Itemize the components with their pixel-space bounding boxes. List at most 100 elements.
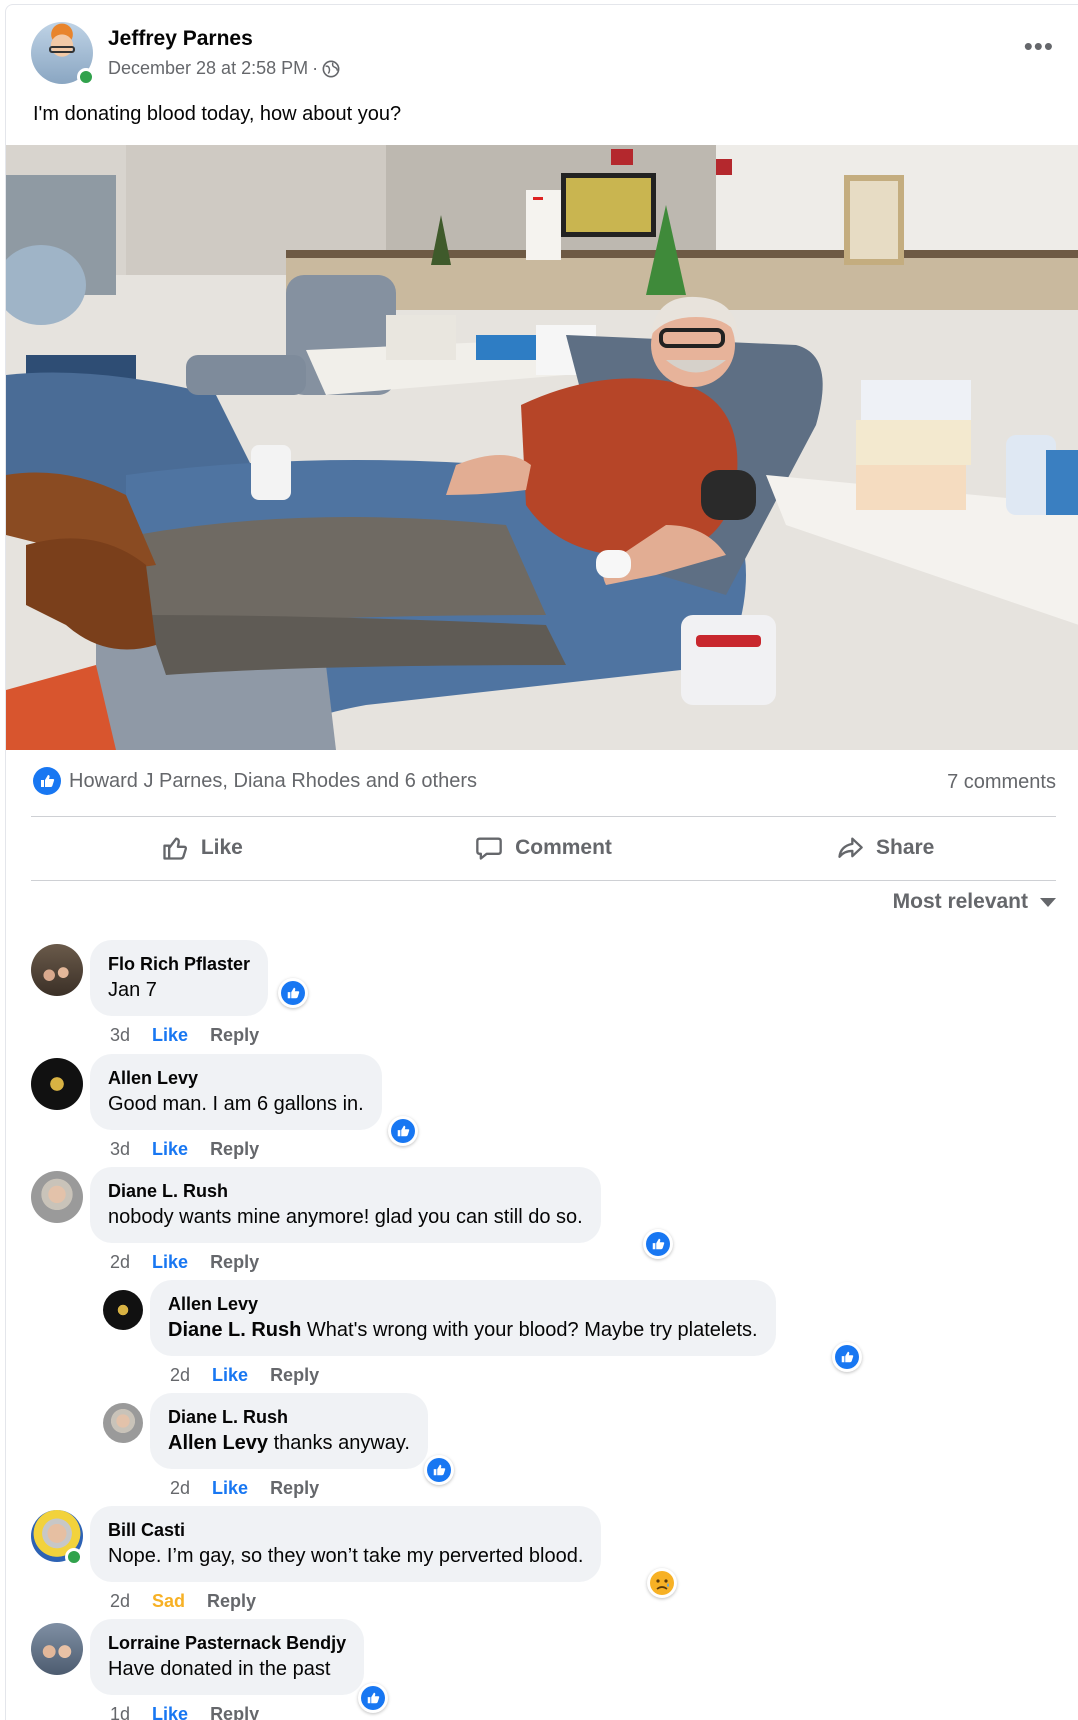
comment-like-link[interactable]: Like [152,1139,188,1160]
comment-reply-link[interactable]: Reply [210,1025,259,1046]
comment-like-link[interactable]: Like [152,1252,188,1273]
comment-meta: 3d Like Reply [110,1025,259,1046]
like-button[interactable]: Like [31,817,373,879]
like-reaction-icon [427,1458,451,1482]
comment-bubble: Diane L. Rush nobody wants mine anymore!… [90,1167,601,1243]
comment-reaction[interactable] [278,978,308,1008]
commenter-avatar[interactable] [103,1290,143,1330]
comment-reply-link[interactable]: Reply [210,1139,259,1160]
comment-meta: 2d Like Reply [110,1252,259,1273]
comment-reaction[interactable] [643,1229,673,1259]
sort-comments-dropdown[interactable]: Most relevant [893,890,1056,914]
comment-bubble: Flo Rich Pflaster Jan 7 [90,940,269,1016]
comment-button[interactable]: Comment [373,817,715,879]
share-button[interactable]: Share [714,817,1056,879]
sad-reaction-icon [650,1571,674,1595]
post-text: I'm donating blood today, how about you? [33,103,402,125]
comment-time[interactable]: 2d [170,1365,190,1386]
meta-separator: · [312,58,319,78]
comment-reply-link[interactable]: Reply [210,1704,259,1720]
commenter-name[interactable]: Allen Levy [168,1292,758,1316]
comment-time[interactable]: 2d [110,1252,130,1273]
globe-icon [322,60,340,77]
more-options-button[interactable]: ••• [1024,33,1054,59]
comment-button-label: Comment [515,836,612,859]
comment-reaction[interactable] [388,1116,418,1146]
post-timestamp[interactable]: December 28 at 2:58 PM [108,58,308,79]
comment-reaction-link[interactable]: Sad [152,1591,185,1612]
reactions-text[interactable]: Howard J Parnes, Diana Rhodes and 6 othe… [69,770,477,793]
commenter-avatar[interactable] [31,944,83,996]
comment-like-link[interactable]: Like [212,1365,248,1386]
comment-bubble: Bill Casti Nope. I’m gay, so they won’t … [90,1506,602,1582]
comment-time[interactable]: 1d [110,1704,130,1720]
comment-bubble: Lorraine Pasternack Bendjy Have donated … [90,1619,365,1695]
like-reaction-icon [361,1686,385,1710]
commenter-avatar[interactable] [31,1058,83,1110]
comment-bubble: Diane L. Rush Allen Levy thanks anyway. [150,1393,428,1469]
comment-text: Jan 7 [108,979,157,1001]
comment: Allen Levy Good man. I am 6 gallons in. … [6,1054,1078,1164]
comment: Diane L. Rush nobody wants mine anymore!… [6,1167,1078,1277]
post-header: Jeffrey Parnes December 28 at 2:58 PM · … [6,5,1078,95]
like-reaction-icon [281,981,305,1005]
comment-body: thanks anyway. [268,1432,410,1454]
commenter-name[interactable]: Allen Levy [108,1066,364,1090]
comment-text: Nope. I’m gay, so they won’t take my per… [108,1545,584,1567]
like-button-label: Like [200,836,243,859]
comment-reply-link[interactable]: Reply [207,1591,256,1612]
comment-meta: 2d Like Reply [170,1478,319,1499]
comment-text: Diane L. Rush What's wrong with your blo… [168,1319,758,1341]
comment-reply-link[interactable]: Reply [270,1365,319,1386]
mention-link[interactable]: Diane L. Rush [168,1319,301,1341]
comment-reaction[interactable] [647,1568,677,1598]
comment-like-link[interactable]: Like [212,1478,248,1499]
like-reaction-icon [646,1232,670,1256]
comment-reaction[interactable] [424,1455,454,1485]
online-status-icon [65,1548,83,1566]
comment-reply-link[interactable]: Reply [270,1478,319,1499]
commenter-avatar[interactable] [103,1403,143,1443]
comment-reaction[interactable] [358,1683,388,1713]
commenter-name[interactable]: Diane L. Rush [108,1179,583,1203]
comment-reply: Allen Levy Diane L. Rush What's wrong wi… [6,1280,1078,1390]
post-meta: December 28 at 2:58 PM · [108,58,340,79]
comment-body: What's wrong with your blood? Maybe try … [301,1319,758,1341]
author-name[interactable]: Jeffrey Parnes [108,27,253,51]
commenter-name[interactable]: Flo Rich Pflaster [108,952,250,976]
comment-time[interactable]: 2d [170,1478,190,1499]
comment-like-link[interactable]: Like [152,1704,188,1720]
post-photo[interactable] [6,145,1078,750]
comment-meta: 2d Sad Reply [110,1591,256,1612]
comment-like-link[interactable]: Like [152,1025,188,1046]
comment: Bill Casti Nope. I’m gay, so they won’t … [6,1506,1078,1616]
comment-bubble: Allen Levy Good man. I am 6 gallons in. [90,1054,382,1130]
sort-label: Most relevant [892,890,1028,913]
like-reaction-icon [835,1345,859,1369]
caret-down-icon [1040,897,1056,907]
commenter-avatar[interactable] [31,1171,83,1223]
commenter-name[interactable]: Bill Casti [108,1518,583,1542]
comment-reply-link[interactable]: Reply [210,1252,259,1273]
commenter-name[interactable]: Lorraine Pasternack Bendjy [108,1631,346,1655]
comment-reaction[interactable] [832,1342,862,1372]
comment-meta: 2d Like Reply [170,1365,319,1386]
comment-reply: Diane L. Rush Allen Levy thanks anyway. … [6,1393,1078,1503]
commenter-name[interactable]: Diane L. Rush [168,1405,410,1429]
comment-time[interactable]: 2d [110,1591,130,1612]
blood-donation-photo [6,145,1078,750]
mention-link[interactable]: Allen Levy [168,1432,268,1454]
comment-text: Good man. I am 6 gallons in. [108,1093,364,1115]
comment-text: Have donated in the past [108,1658,331,1680]
like-reaction-icon [391,1119,415,1143]
comment: Lorraine Pasternack Bendjy Have donated … [6,1619,1078,1720]
comment-time[interactable]: 3d [110,1025,130,1046]
share-button-label: Share [875,836,935,859]
comment-time[interactable]: 3d [110,1139,130,1160]
comment-icon [476,837,502,860]
reactions-summary[interactable]: Howard J Parnes, Diana Rhodes and 6 othe… [33,765,477,797]
commenter-avatar[interactable] [31,1623,83,1675]
comment-meta: 1d Like Reply [110,1704,259,1720]
comment-count[interactable]: 7 comments [947,771,1056,794]
like-reaction-icon [33,767,61,795]
